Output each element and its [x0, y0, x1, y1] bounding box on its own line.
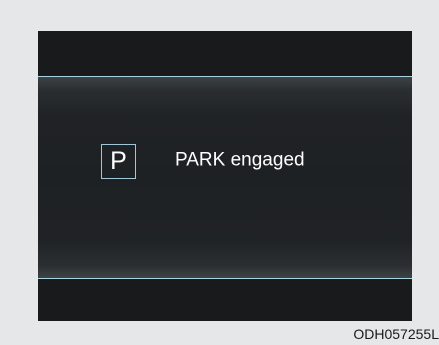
park-message: PARK engaged [175, 149, 305, 171]
park-letter: P [110, 147, 127, 175]
park-indicator-icon: P [101, 144, 136, 179]
figure-code: ODH057255L [353, 326, 439, 342]
message-band [38, 76, 412, 279]
cluster-display: P PARK engaged [38, 31, 412, 321]
bottom-divider [38, 278, 412, 279]
top-divider [38, 76, 412, 77]
